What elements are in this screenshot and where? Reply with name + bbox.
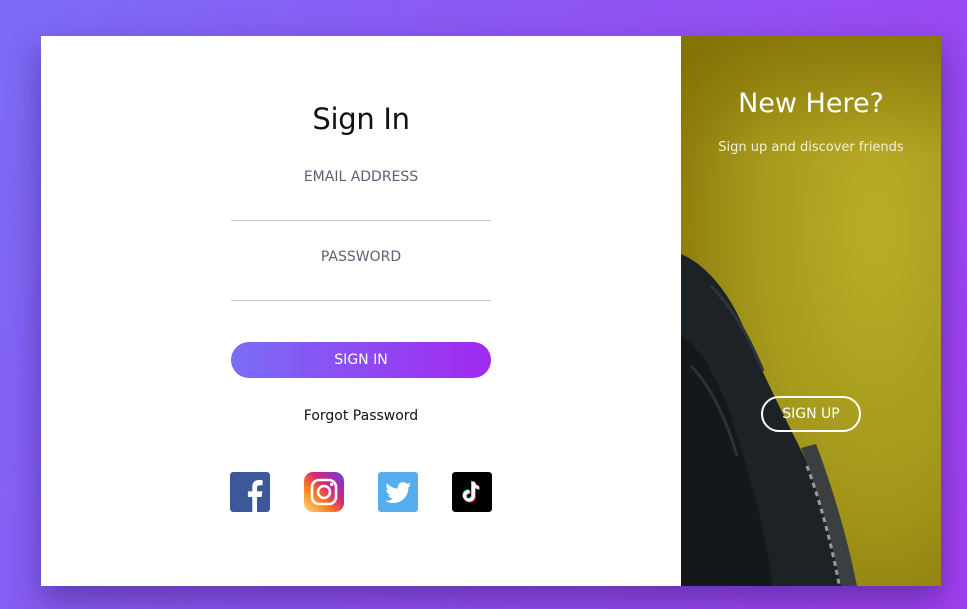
signin-title: Sign In: [312, 102, 410, 136]
forgot-password-link[interactable]: Forgot Password: [231, 408, 491, 424]
twitter-icon[interactable]: [378, 472, 418, 512]
tiktok-icon[interactable]: [452, 472, 492, 512]
password-field[interactable]: [231, 275, 491, 301]
promo-subtitle: Sign up and discover friends: [718, 140, 904, 155]
password-label: PASSWORD: [320, 249, 402, 265]
signin-panel: Sign In EMAIL ADDRESS PASSWORD SIGN IN F…: [41, 36, 681, 586]
email-field[interactable]: [231, 195, 491, 221]
instagram-icon[interactable]: [304, 472, 344, 512]
auth-card: Sign In EMAIL ADDRESS PASSWORD SIGN IN F…: [41, 36, 941, 586]
promo-title: New Here?: [738, 88, 884, 119]
email-label: EMAIL ADDRESS: [303, 169, 419, 185]
signup-button[interactable]: SIGN UP: [761, 396, 861, 432]
signup-promo-panel: New Here? Sign up and discover friends S…: [681, 36, 941, 586]
signin-button[interactable]: SIGN IN: [231, 342, 491, 378]
facebook-icon[interactable]: [230, 472, 270, 512]
